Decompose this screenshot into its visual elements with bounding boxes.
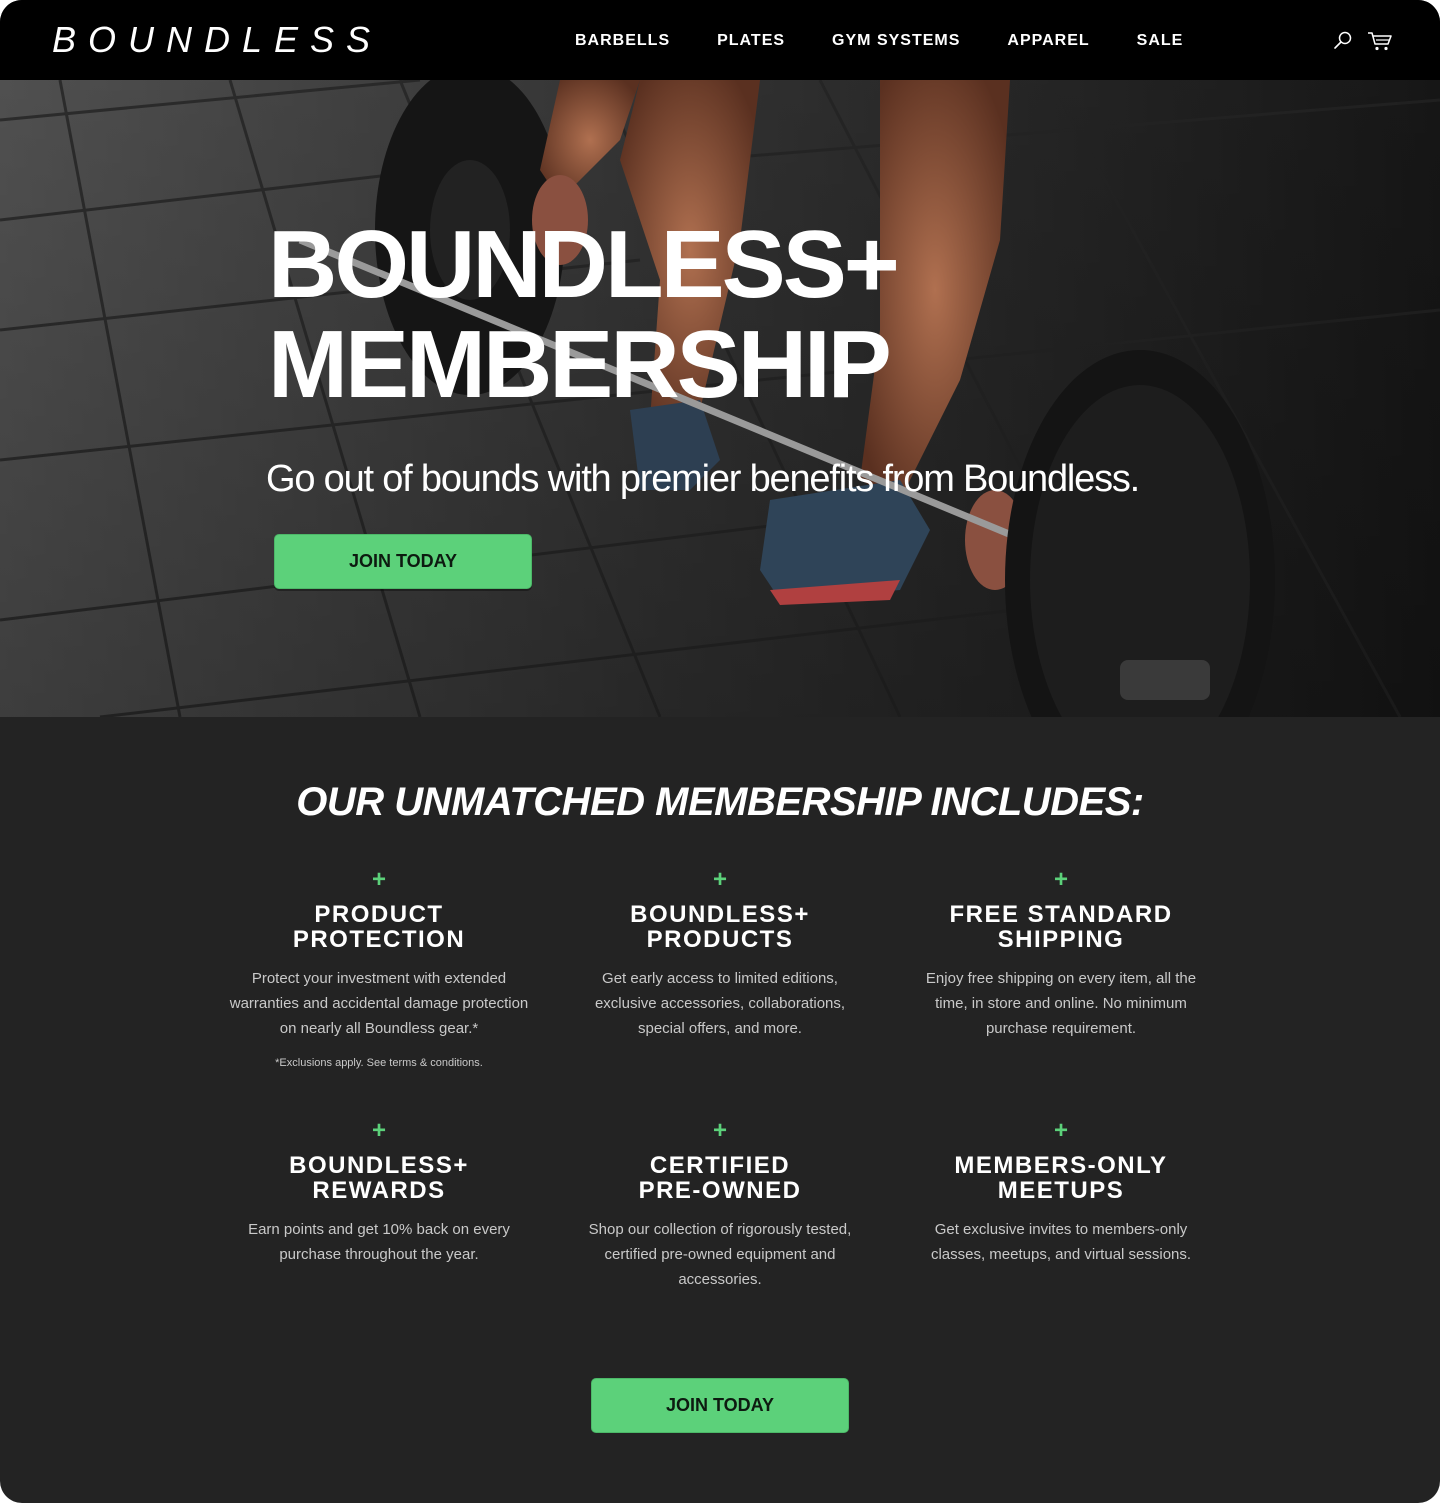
benefit-rewards: + BOUNDLESS+ REWARDS Earn points and get… <box>229 1119 529 1267</box>
benefit-title-line2: PROTECTION <box>292 926 466 953</box>
hero-subtitle: Go out of bounds with premier benefits f… <box>266 458 1140 500</box>
plus-icon: + <box>1053 1117 1068 1144</box>
benefit-description: Earn points and get 10% back on every pu… <box>248 1221 510 1263</box>
benefit-description: Get early access to limited editions, ex… <box>594 970 846 1037</box>
nav-item-sale[interactable]: SALE <box>1137 30 1184 52</box>
benefit-title-line1: BOUNDLESS+ <box>289 1152 469 1179</box>
join-today-button[interactable]: JOIN TODAY <box>274 534 532 589</box>
benefit-title-line2: SHIPPING <box>997 926 1125 953</box>
benefit-description: Protect your investment with extended wa… <box>229 970 529 1037</box>
benefit-title-line1: PRODUCT <box>314 901 444 928</box>
benefit-title-line1: BOUNDLESS+ <box>630 901 810 928</box>
cart-icon[interactable] <box>1367 30 1392 52</box>
nav-item-plates[interactable]: PLATES <box>717 30 785 52</box>
nav-item-apparel[interactable]: APPAREL <box>1007 30 1089 52</box>
benefit-title: MEMBERS-ONLY MEETUPS <box>911 1153 1211 1203</box>
benefits-heading: OUR UNMATCHED MEMBERSHIP INCLUDES: <box>296 780 1144 824</box>
benefit-title: PRODUCT PROTECTION <box>229 902 529 952</box>
benefit-title: BOUNDLESS+ REWARDS <box>229 1153 529 1203</box>
benefit-title-line2: PRE-OWNED <box>638 1177 802 1204</box>
join-today-bottom-button[interactable]: JOIN TODAY <box>591 1378 849 1433</box>
hero-title-line1: BOUNDLESS+ <box>268 211 900 318</box>
benefit-description: Shop our collection of rigorously tested… <box>588 1221 852 1288</box>
main-nav: BARBELLS PLATES GYM SYSTEMS APPAREL SALE <box>575 30 1183 52</box>
benefit-certified-pre-owned: + CERTIFIED PRE-OWNED Shop our collectio… <box>570 1119 870 1292</box>
benefit-description: Get exclusive invites to members-only cl… <box>930 1221 1192 1263</box>
benefit-title-line2: MEETUPS <box>997 1177 1125 1204</box>
nav-item-barbells[interactable]: BARBELLS <box>575 30 670 52</box>
benefit-members-meetups: + MEMBERS-ONLY MEETUPS Get exclusive inv… <box>911 1119 1211 1267</box>
benefit-footnote: *Exclusions apply. See terms & condition… <box>275 1057 483 1069</box>
benefit-title-line1: MEMBERS-ONLY <box>954 1152 1168 1179</box>
benefit-title-line2: PRODUCTS <box>646 926 794 953</box>
plus-icon: + <box>1053 866 1068 893</box>
hero-title-line2: MEMBERSHIP <box>268 311 892 418</box>
benefit-title: BOUNDLESS+ PRODUCTS <box>570 902 870 952</box>
plus-icon: + <box>371 866 386 893</box>
benefit-description: Enjoy free shipping on every item, all t… <box>925 970 1197 1037</box>
plus-icon: + <box>712 866 727 893</box>
benefit-title-line1: FREE STANDARD <box>949 901 1173 928</box>
brand-logo[interactable]: BOUNDLESS <box>52 20 382 60</box>
hero-banner: BOUNDLESS+ MEMBERSHIP Go out of bounds w… <box>0 80 1440 717</box>
benefit-boundless-products: + BOUNDLESS+ PRODUCTS Get early access t… <box>570 868 870 1041</box>
benefit-title-line2: REWARDS <box>312 1177 446 1204</box>
nav-item-gym-systems[interactable]: GYM SYSTEMS <box>832 30 960 52</box>
plus-icon: + <box>712 1117 727 1144</box>
plus-icon: + <box>371 1117 386 1144</box>
site-header: BOUNDLESS BARBELLS PLATES GYM SYSTEMS AP… <box>0 0 1440 80</box>
hero-title: BOUNDLESS+ MEMBERSHIP <box>268 211 900 418</box>
benefit-title-line1: CERTIFIED <box>649 1152 791 1179</box>
benefit-product-protection: + PRODUCT PROTECTION Protect your invest… <box>229 868 529 1071</box>
benefit-free-shipping: + FREE STANDARD SHIPPING Enjoy free ship… <box>911 868 1211 1041</box>
page: BOUNDLESS BARBELLS PLATES GYM SYSTEMS AP… <box>0 0 1440 1503</box>
search-icon[interactable] <box>1332 30 1356 52</box>
benefit-title: CERTIFIED PRE-OWNED <box>570 1153 870 1203</box>
benefit-title: FREE STANDARD SHIPPING <box>911 902 1211 952</box>
